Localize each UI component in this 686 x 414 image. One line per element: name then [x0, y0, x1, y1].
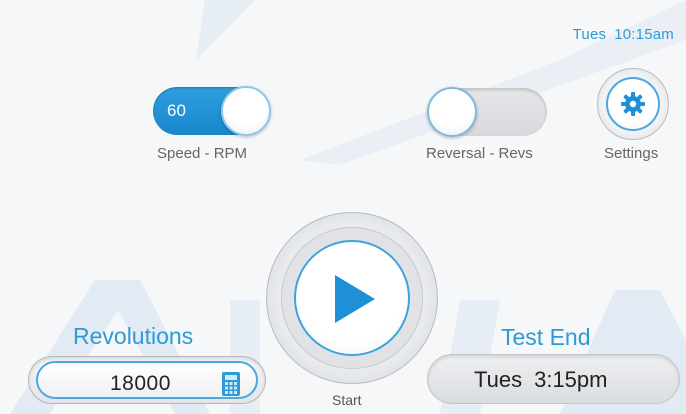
start-button[interactable]	[266, 212, 438, 384]
settings-button-face[interactable]	[606, 77, 660, 131]
revolutions-title: Revolutions	[73, 323, 194, 349]
reversal-label: Reversal - Revs	[426, 145, 533, 162]
revolutions-value: 18000	[110, 372, 171, 395]
revolutions-input[interactable]: 18000	[36, 361, 258, 399]
test-end-field[interactable]: Tues 3:15pm	[427, 354, 680, 404]
settings-label: Settings	[604, 145, 659, 162]
status-datetime: Tues 10:15am	[573, 26, 674, 43]
start-button-ring[interactable]	[281, 227, 423, 369]
test-end-title: Test End	[501, 324, 591, 350]
speed-toggle[interactable]: 60	[153, 86, 271, 136]
reversal-toggle[interactable]	[427, 87, 547, 137]
calculator-icon[interactable]	[222, 372, 240, 396]
test-end-time: 3:15pm	[534, 367, 608, 392]
speed-value: 60	[167, 101, 186, 120]
revolutions-field[interactable]: 18000	[28, 356, 266, 404]
settings-button[interactable]	[597, 68, 669, 140]
test-end-value: Tues 3:15pm	[474, 367, 607, 393]
speed-toggle-knob[interactable]	[221, 86, 271, 136]
start-button-face[interactable]	[294, 240, 410, 356]
status-day: Tues	[572, 26, 607, 43]
start-label: Start	[332, 392, 362, 408]
play-icon	[335, 275, 375, 323]
status-time: 10:15am	[614, 26, 674, 43]
test-end-day: Tues	[474, 367, 523, 392]
reversal-toggle-knob[interactable]	[427, 87, 477, 137]
gear-icon	[621, 92, 645, 116]
speed-label: Speed - RPM	[157, 145, 248, 162]
